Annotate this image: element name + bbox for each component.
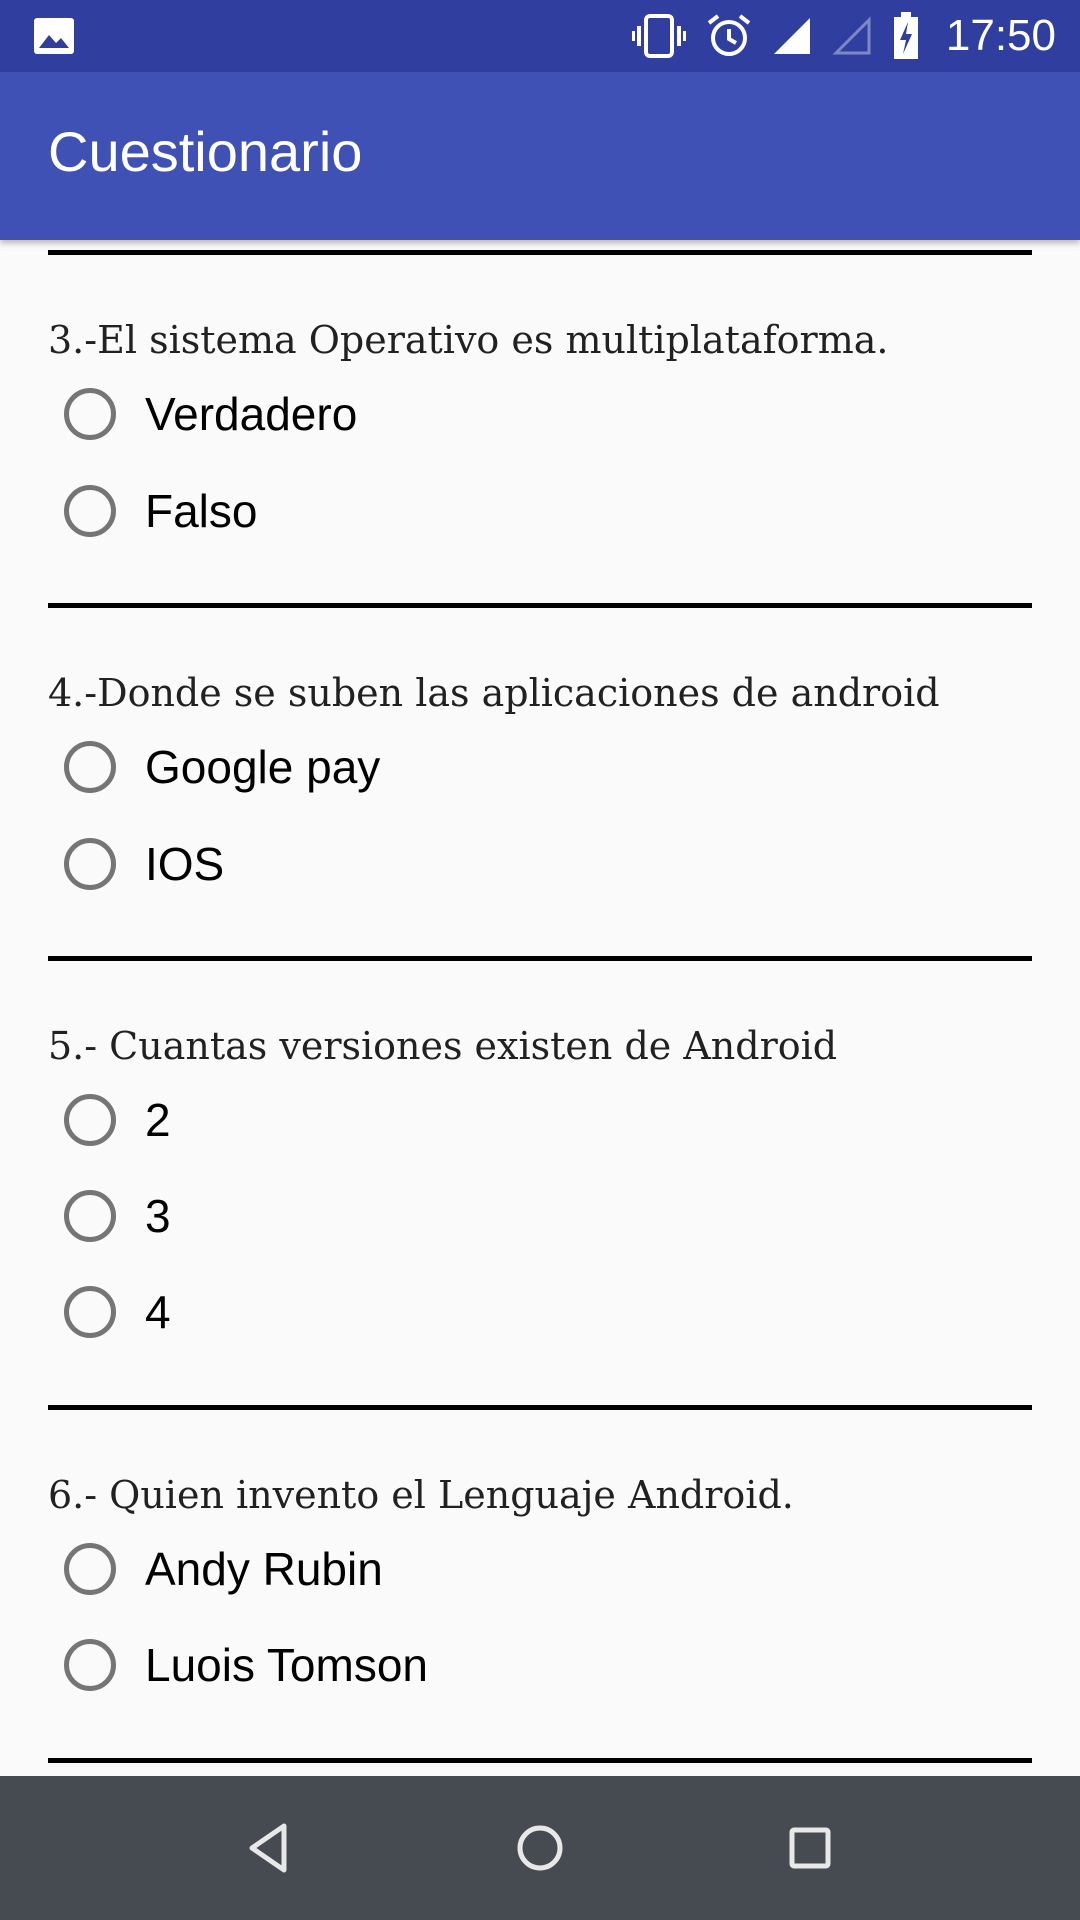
radio-button[interactable] (64, 1190, 116, 1242)
option-label: 2 (145, 1094, 171, 1146)
radio-button[interactable] (64, 838, 116, 890)
option-label: Luois Tomson (145, 1639, 428, 1691)
radio-button[interactable] (64, 485, 116, 537)
app-title: Cuestionario (48, 120, 363, 183)
gallery-icon (34, 18, 74, 54)
option-label: Andy Rubin (145, 1543, 383, 1595)
navigation-bar (0, 1776, 1080, 1920)
app-bar: Cuestionario (0, 72, 1080, 240)
radio-button[interactable] (64, 1286, 116, 1338)
option-google-pay[interactable]: Google pay (64, 731, 380, 803)
status-bar: 17:50 (0, 0, 1080, 72)
option-label: Google pay (145, 741, 381, 793)
option-falso[interactable]: Falso (64, 475, 257, 547)
back-icon[interactable] (240, 1818, 300, 1878)
question-6: 6.- Quien invento el Lenguaje Android. (48, 1473, 794, 1517)
radio-button[interactable] (64, 741, 116, 793)
option-label: Verdadero (145, 388, 358, 440)
option-label: 4 (145, 1286, 171, 1338)
battery-charging-icon (893, 12, 918, 59)
status-time: 17:50 (945, 11, 1056, 60)
option-label: IOS (145, 838, 225, 890)
vibrate-icon (631, 14, 686, 58)
question-4: 4.-Donde se suben las aplicaciones de an… (48, 671, 940, 715)
option-label: Falso (145, 485, 258, 537)
radio-button[interactable] (64, 1094, 116, 1146)
divider (48, 956, 1032, 961)
option-3[interactable]: 3 (64, 1180, 171, 1252)
option-2[interactable]: 2 (64, 1084, 171, 1156)
option-label: 3 (145, 1190, 171, 1242)
recents-icon[interactable] (780, 1818, 840, 1878)
divider (48, 250, 1032, 255)
divider (48, 1758, 1032, 1763)
option-andy-rubin[interactable]: Andy Rubin (64, 1533, 383, 1605)
home-icon[interactable] (510, 1818, 570, 1878)
signal-empty-icon (832, 16, 871, 55)
option-luois-tomson[interactable]: Luois Tomson (64, 1629, 428, 1701)
radio-button[interactable] (64, 388, 116, 440)
option-4[interactable]: 4 (64, 1276, 171, 1348)
option-ios[interactable]: IOS (64, 828, 224, 900)
divider (48, 1405, 1032, 1410)
question-3: 3.-El sistema Operativo es multiplatafor… (48, 318, 889, 362)
alarm-icon (707, 14, 751, 56)
radio-button[interactable] (64, 1639, 116, 1691)
quiz-content[interactable]: 3.-El sistema Operativo es multiplatafor… (0, 240, 1080, 1776)
option-verdadero[interactable]: Verdadero (64, 378, 357, 450)
signal-icon (773, 18, 810, 54)
question-5: 5.- Cuantas versiones existen de Android (48, 1024, 838, 1068)
divider (48, 603, 1032, 608)
radio-button[interactable] (64, 1543, 116, 1595)
